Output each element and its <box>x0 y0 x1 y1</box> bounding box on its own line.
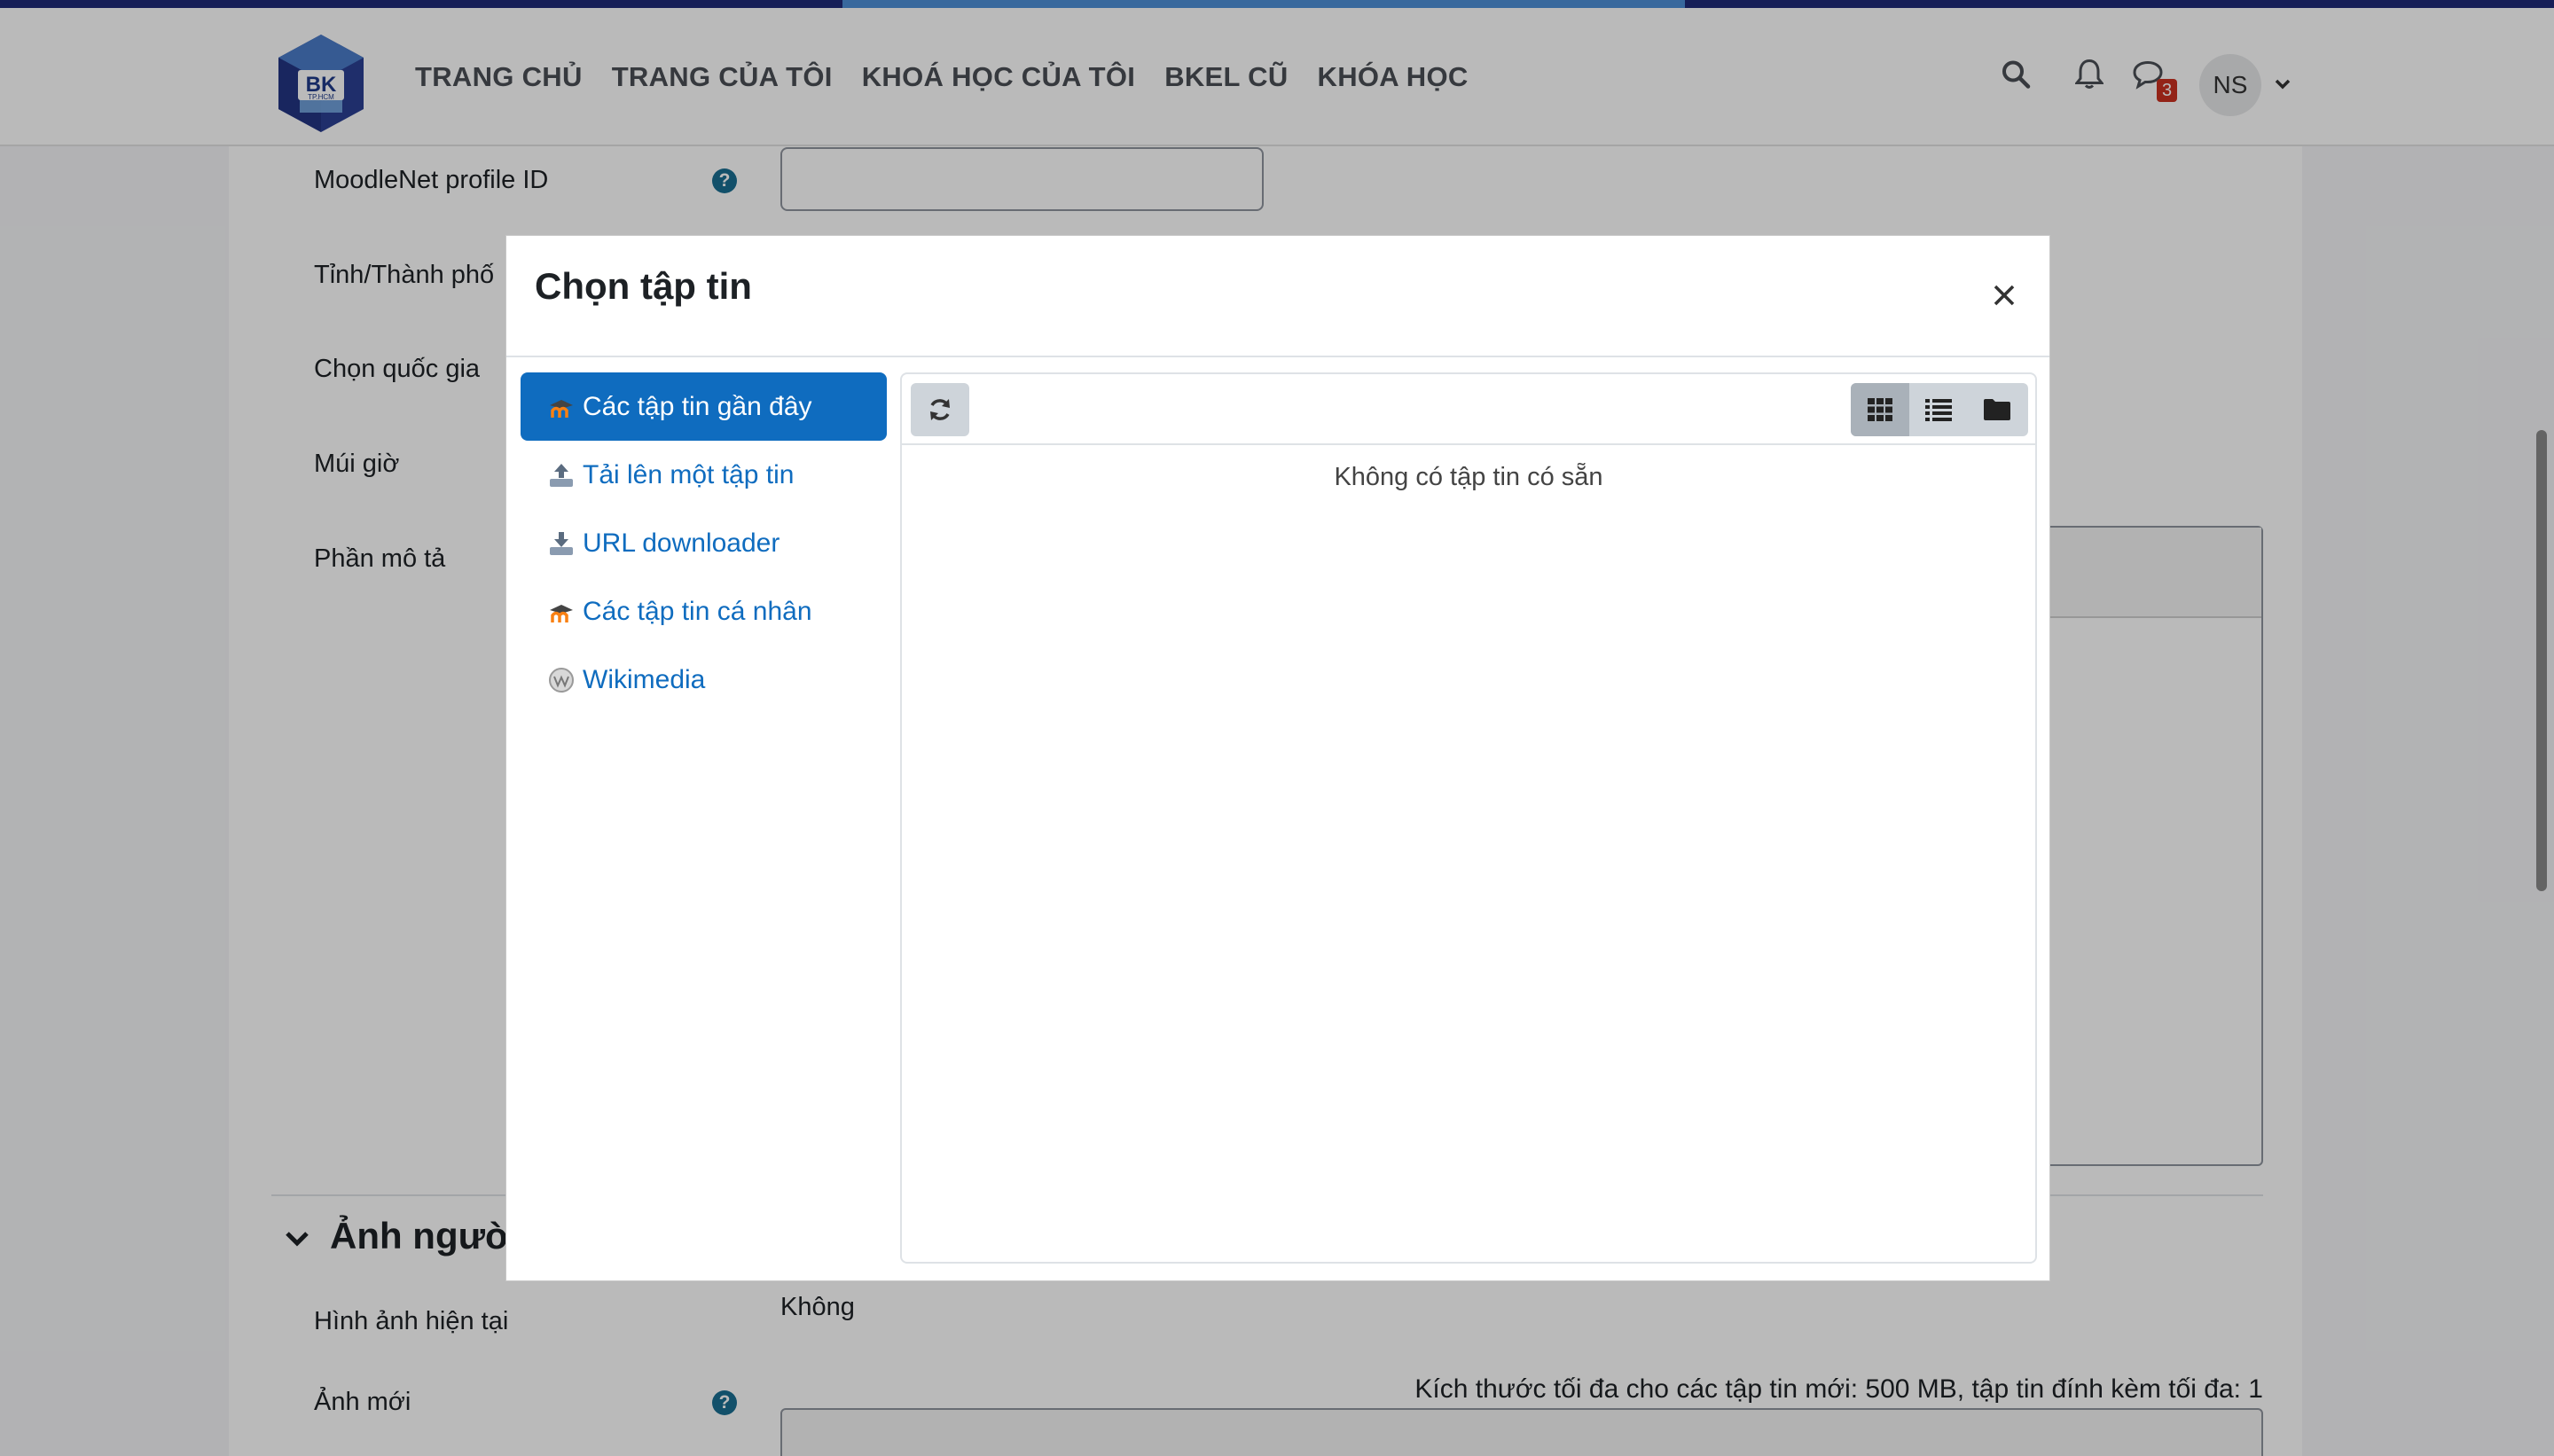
tree-view-button[interactable] <box>1968 383 2026 436</box>
folder-icon <box>1984 399 2010 420</box>
refresh-icon <box>930 399 950 420</box>
refresh-button[interactable] <box>911 383 969 436</box>
moodle-icon <box>547 598 576 626</box>
repository-recent-files[interactable]: Các tập tin gần đây <box>521 372 887 441</box>
repository-wikimedia[interactable]: Wikimedia <box>521 646 887 714</box>
repository-label: Tải lên một tập tin <box>583 459 795 489</box>
repository-private-files[interactable]: Các tập tin cá nhân <box>521 577 887 646</box>
upload-icon <box>547 461 576 489</box>
dialog-header: Chọn tập tin <box>506 236 2049 357</box>
repository-list: Các tập tin gần đây Tải lên một tập tin … <box>521 372 887 714</box>
wikimedia-icon <box>547 666 576 694</box>
file-picker-dialog: Chọn tập tin Các tập tin gần đây Tải lên… <box>505 235 2050 1281</box>
repository-label: Các tập tin cá nhân <box>583 596 812 626</box>
dialog-title: Chọn tập tin <box>535 265 752 307</box>
icon-view-button[interactable] <box>1851 383 1909 436</box>
repository-upload-file[interactable]: Tải lên một tập tin <box>521 441 887 509</box>
list-view-button[interactable] <box>1909 383 1968 436</box>
file-browser-pane: Không có tập tin có sẵn <box>900 372 2037 1264</box>
repository-label: Wikimedia <box>583 664 706 694</box>
grid-icon <box>1868 398 1892 421</box>
view-mode-toggle <box>1851 383 2028 436</box>
close-icon[interactable] <box>1989 280 2019 310</box>
file-browser-toolbar <box>902 374 2035 445</box>
download-icon <box>547 529 576 558</box>
empty-files-message: Không có tập tin có sẵn <box>1334 463 1603 491</box>
moodle-icon <box>547 393 576 421</box>
repository-url-downloader[interactable]: URL downloader <box>521 509 887 577</box>
list-icon <box>1925 399 1952 421</box>
repository-label: URL downloader <box>583 528 780 558</box>
repository-label: Các tập tin gần đây <box>583 391 812 421</box>
